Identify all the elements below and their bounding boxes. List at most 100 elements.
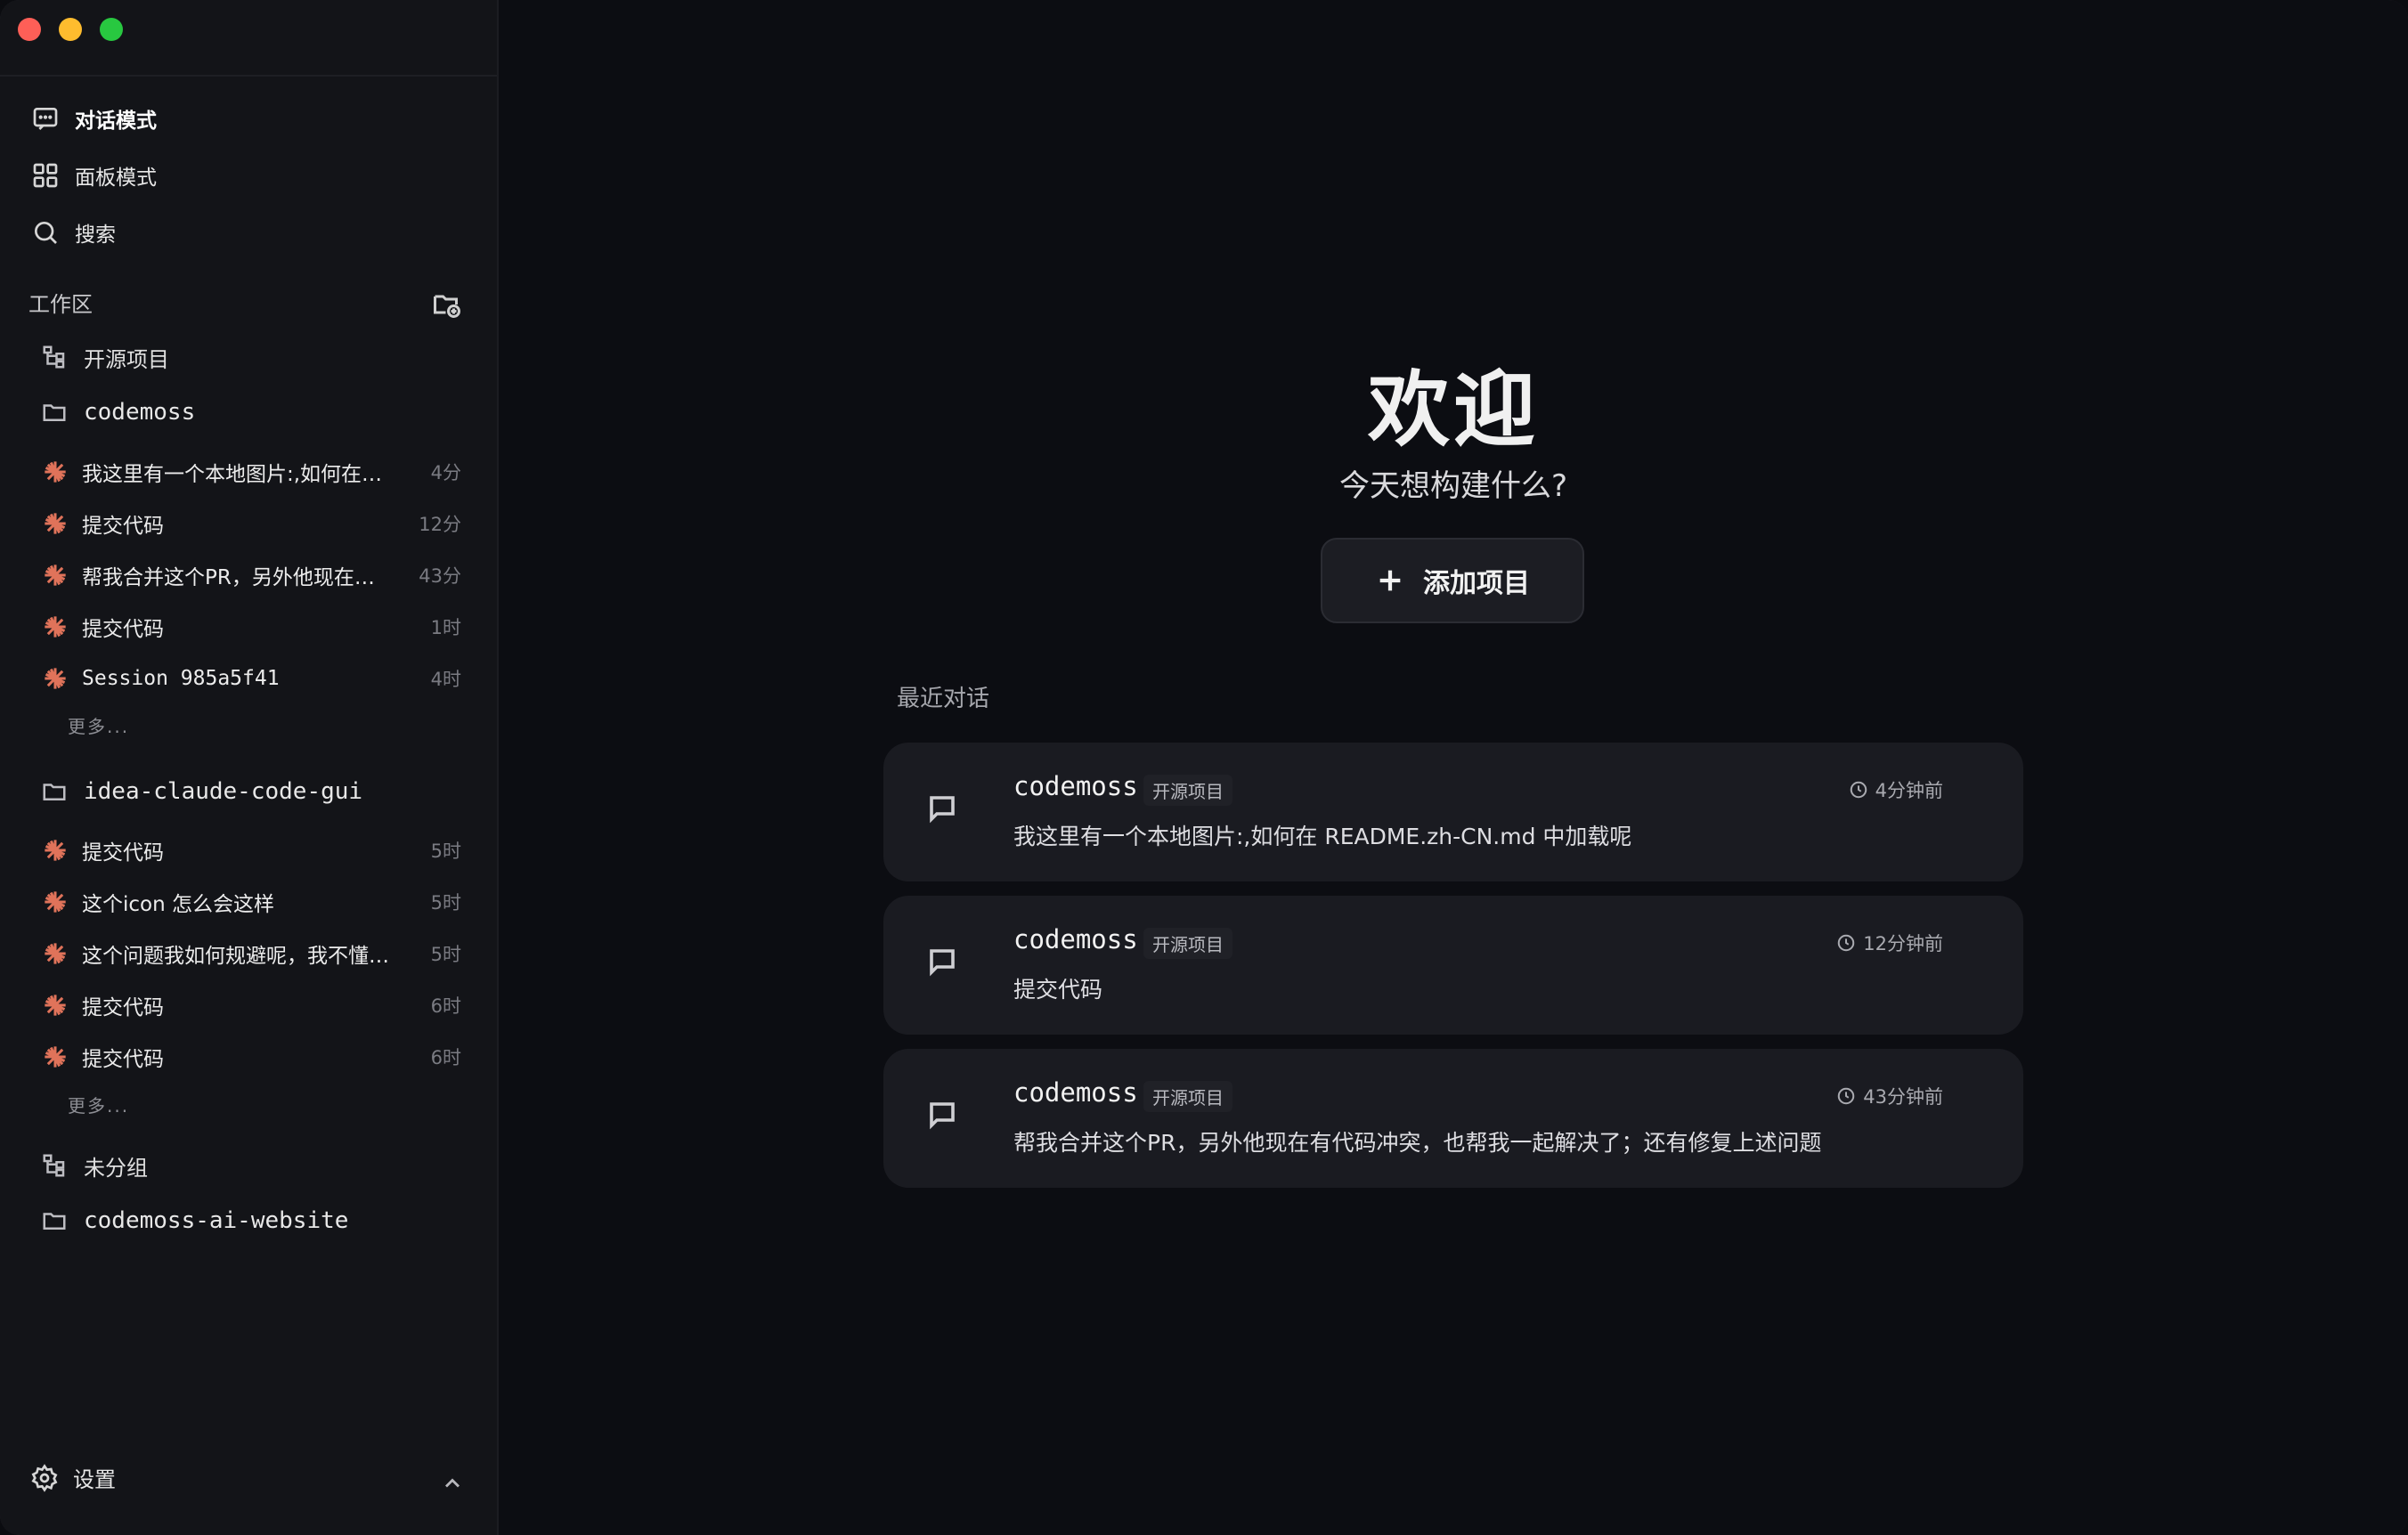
gear-icon — [31, 1463, 58, 1492]
clock-icon — [1838, 934, 1855, 952]
card-tag: 开源项目 — [1143, 775, 1232, 806]
folder-icon — [39, 776, 69, 807]
more-link[interactable]: 更多... — [68, 712, 129, 738]
tree-icon — [39, 1150, 69, 1181]
more-link[interactable]: 更多... — [68, 1092, 129, 1117]
session-time: 6时 — [430, 995, 461, 1017]
settings-button[interactable]: 设置 — [30, 1462, 116, 1493]
folder-codemoss-label: codemoss — [84, 399, 196, 426]
session-item[interactable]: 提交代码 1时 — [43, 605, 461, 649]
card-tag: 开源项目 — [1143, 928, 1232, 959]
session-time: 4分 — [430, 462, 461, 483]
session-item[interactable]: 这个问题我如何规避呢，我不懂… 5时 — [43, 931, 461, 976]
folder-codemoss-ai-website[interactable]: codemoss-ai-website — [39, 1200, 348, 1241]
session-item[interactable]: 帮我合并这个PR，另外他现在… 43分 — [43, 553, 461, 597]
nav-panel-mode-label: 面板模式 — [75, 166, 157, 190]
maximize-window-button[interactable] — [100, 18, 123, 41]
group-open-source-label: 开源项目 — [84, 346, 169, 372]
card-project: codemoss — [1013, 924, 1138, 954]
session-time: 5时 — [430, 892, 461, 914]
card-message: 我这里有一个本地图片:,如何在 README.zh-CN.md 中加载呢 — [1013, 824, 1632, 849]
session-time: 4时 — [430, 669, 461, 690]
card-message: 提交代码 — [1013, 977, 1103, 1003]
sidebar-divider — [0, 75, 497, 77]
workspace-title: 工作区 — [28, 292, 93, 317]
session-item[interactable]: 我这里有一个本地图片:,如何在… 4分 — [43, 450, 461, 494]
asterisk-icon — [43, 563, 68, 588]
recent-card[interactable]: codemoss 开源项目 12分钟前 提交代码 — [883, 896, 2023, 1035]
message-icon — [926, 792, 962, 828]
session-time: 43分 — [419, 565, 461, 587]
search-icon — [30, 217, 61, 248]
nav-panel-mode[interactable]: 面板模式 — [30, 153, 157, 198]
session-title: 这个icon 怎么会这样 — [82, 893, 274, 916]
sidebar: 对话模式 面板模式 搜索 工作区 开源项目 codemoss 我这里有一个本地图… — [0, 0, 499, 1535]
session-time: 5时 — [430, 841, 461, 862]
nav-search[interactable]: 搜索 — [30, 210, 116, 255]
add-folder-icon[interactable] — [431, 288, 463, 321]
session-item[interactable]: 提交代码 6时 — [43, 1035, 461, 1079]
plus-icon — [1379, 570, 1401, 591]
message-icon — [926, 946, 962, 981]
session-title: Session 985a5f41 — [82, 667, 280, 690]
settings-label: 设置 — [73, 1467, 116, 1492]
recent-title: 最近对话 — [897, 686, 990, 712]
card-project: codemoss — [1013, 1077, 1138, 1108]
card-time: 43分钟前 — [1836, 1083, 1943, 1109]
folder-idea-claude-code-gui-label: idea-claude-code-gui — [84, 778, 363, 805]
group-ungrouped[interactable]: 未分组 — [39, 1145, 148, 1186]
asterisk-icon — [43, 1044, 68, 1069]
welcome-title: 欢迎 — [1367, 362, 1539, 458]
asterisk-icon — [43, 889, 68, 914]
main-panel: 欢迎 今天想构建什么? 添加项目 最近对话 codemoss 开源项目 4分钟前… — [499, 0, 2408, 1535]
card-time: 12分钟前 — [1836, 930, 1943, 956]
card-time: 4分钟前 — [1849, 776, 1943, 803]
session-title: 提交代码 — [82, 1048, 164, 1071]
session-time: 1时 — [430, 617, 461, 638]
close-window-button[interactable] — [18, 18, 41, 41]
add-project-button[interactable]: 添加项目 — [1321, 538, 1584, 623]
asterisk-icon — [43, 993, 68, 1018]
card-tag: 开源项目 — [1143, 1081, 1232, 1112]
nav-chat-mode-label: 对话模式 — [75, 110, 157, 133]
session-title: 我这里有一个本地图片:,如何在… — [82, 463, 383, 486]
folder-icon — [39, 1206, 69, 1236]
minimize-window-button[interactable] — [59, 18, 82, 41]
session-item[interactable]: 提交代码 6时 — [43, 983, 461, 1027]
clock-icon — [1850, 781, 1867, 799]
folder-icon — [39, 397, 69, 427]
folder-idea-claude-code-gui[interactable]: idea-claude-code-gui — [39, 771, 362, 812]
recent-card[interactable]: codemoss 开源项目 43分钟前 帮我合并这个PR，另外他现在有代码冲突，… — [883, 1049, 2023, 1188]
card-project: codemoss — [1013, 771, 1138, 801]
session-time: 12分 — [419, 514, 461, 535]
group-open-source[interactable]: 开源项目 — [39, 337, 169, 378]
session-item[interactable]: 这个icon 怎么会这样 5时 — [43, 880, 461, 924]
card-time-label: 12分钟前 — [1863, 933, 1943, 954]
clock-icon — [1838, 1087, 1855, 1105]
chat-icon — [30, 103, 61, 134]
card-time-label: 4分钟前 — [1875, 780, 1943, 801]
session-time: 6时 — [430, 1047, 461, 1068]
session-item[interactable]: 提交代码 12分 — [43, 501, 461, 546]
nav-chat-mode[interactable]: 对话模式 — [30, 96, 157, 141]
session-title: 提交代码 — [82, 841, 164, 865]
window-controls — [18, 18, 123, 41]
session-title: 提交代码 — [82, 996, 164, 1019]
session-title: 这个问题我如何规避呢，我不懂… — [82, 945, 389, 968]
welcome-subtitle: 今天想构建什么? — [1338, 468, 1568, 504]
chevron-up-icon[interactable] — [440, 1471, 465, 1496]
recent-card[interactable]: codemoss 开源项目 4分钟前 我这里有一个本地图片:,如何在 READM… — [883, 743, 2023, 881]
session-time: 5时 — [430, 944, 461, 965]
session-item[interactable]: 提交代码 5时 — [43, 828, 461, 873]
folder-codemoss[interactable]: codemoss — [39, 392, 195, 433]
message-icon — [926, 1099, 962, 1134]
tree-icon — [39, 342, 69, 372]
grid-icon — [30, 160, 61, 191]
group-ungrouped-label: 未分组 — [84, 1155, 148, 1181]
folder-codemoss-ai-website-label: codemoss-ai-website — [84, 1207, 349, 1234]
app-window: 对话模式 面板模式 搜索 工作区 开源项目 codemoss 我这里有一个本地图… — [0, 0, 2408, 1535]
asterisk-icon — [43, 511, 68, 536]
card-message: 帮我合并这个PR，另外他现在有代码冲突，也帮我一起解决了；还有修复上述问题 — [1013, 1130, 1822, 1156]
nav-search-label: 搜索 — [75, 223, 116, 247]
session-item[interactable]: Session 985a5f41 4时 — [43, 656, 461, 701]
